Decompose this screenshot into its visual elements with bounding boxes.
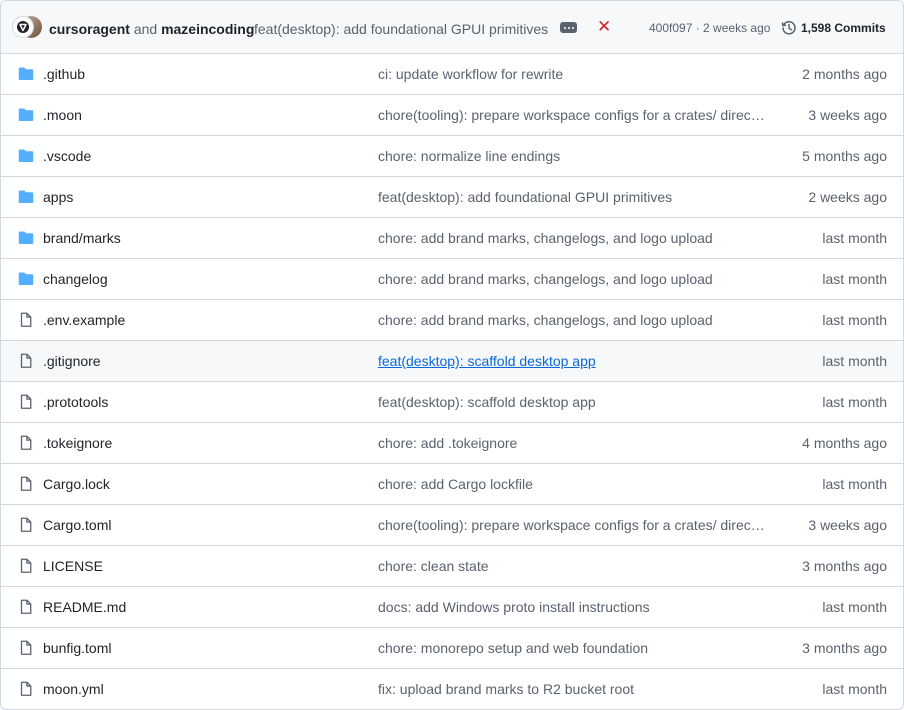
file-icon (18, 681, 34, 697)
file-row[interactable]: .tokeignore chore: add .tokeignore 4 month… (1, 423, 903, 464)
commit-message-link[interactable]: docs: add Windows proto install instruct… (378, 599, 650, 615)
file-row[interactable]: Cargo.lock chore: add Cargo lockfile last … (1, 464, 903, 505)
commit-age: 3 weeks ago (808, 517, 887, 533)
avatar-cursoragent[interactable] (12, 16, 34, 38)
history-icon (781, 21, 796, 35)
commit-message-link[interactable]: chore(tooling): prepare workspace config… (378, 107, 768, 123)
author-link-mazeincoding[interactable]: mazeincoding (161, 21, 254, 37)
commit-sha-time[interactable]: 400f097 · 2 weeks ago (649, 21, 770, 35)
file-row[interactable]: .prototools feat(desktop): scaffold deskt… (1, 382, 903, 423)
folder-icon (18, 107, 34, 123)
file-icon (18, 353, 34, 369)
folder-icon (18, 271, 34, 287)
cursoragent-logo-icon (17, 21, 29, 33)
folder-icon (18, 66, 34, 82)
commit-age: last month (822, 394, 887, 410)
folder-icon (18, 148, 34, 164)
file-row[interactable]: bunfig.toml chore: monorepo setup and web… (1, 628, 903, 669)
file-row[interactable]: .github ci: update workflow for rewrite 2 … (1, 54, 903, 95)
x-icon[interactable]: ✕ (597, 18, 611, 36)
file-icon (18, 435, 34, 451)
file-icon (18, 312, 34, 328)
file-name-link[interactable]: changelog (43, 271, 108, 287)
file-name-link[interactable]: .prototools (43, 394, 108, 410)
file-row[interactable]: .moon chore(tooling): prepare workspace c… (1, 95, 903, 136)
commit-age: 2 months ago (802, 66, 887, 82)
file-name-link[interactable]: README.md (43, 599, 126, 615)
file-icon (18, 599, 34, 615)
file-row[interactable]: apps feat(desktop): add foundational GPUI… (1, 177, 903, 218)
commit-message-link[interactable]: fix: upload brand marks to R2 bucket roo… (378, 681, 634, 697)
file-row[interactable]: LICENSE chore: clean state 3 months ago (1, 546, 903, 587)
file-icon (18, 558, 34, 574)
file-icon (18, 640, 34, 656)
file-name-link[interactable]: .github (43, 66, 85, 82)
commit-message-link[interactable]: chore: normalize line endings (378, 148, 560, 164)
file-name-link[interactable]: bunfig.toml (43, 640, 111, 656)
commit-age: last month (822, 312, 887, 328)
commit-age: 2 weeks ago (808, 189, 887, 205)
commit-message-link[interactable]: feat(desktop): scaffold desktop app (378, 353, 596, 369)
commit-age: last month (822, 476, 887, 492)
file-name-link[interactable]: .gitignore (43, 353, 101, 369)
commit-authors: cursoragent and mazeincoding (49, 20, 254, 38)
commit-message-link[interactable]: chore: add brand marks, changelogs, and … (378, 230, 713, 246)
commit-age: last month (822, 353, 887, 369)
file-name-link[interactable]: .vscode (43, 148, 91, 164)
file-row[interactable]: README.md docs: add Windows proto install… (1, 587, 903, 628)
file-name-link[interactable]: .moon (43, 107, 82, 123)
file-name-link[interactable]: LICENSE (43, 558, 103, 574)
file-name-link[interactable]: apps (43, 189, 73, 205)
file-browser: cursoragent and mazeincoding feat(deskto… (0, 0, 904, 710)
author-avatars[interactable] (12, 16, 42, 40)
commit-message-link[interactable]: chore: monorepo setup and web foundation (378, 640, 648, 656)
commit-age: 4 months ago (802, 435, 887, 451)
commit-message-link[interactable]: chore: clean state (378, 558, 489, 574)
file-icon (18, 476, 34, 492)
file-row[interactable]: Cargo.toml chore(tooling): prepare worksp… (1, 505, 903, 546)
file-name-link[interactable]: .tokeignore (43, 435, 112, 451)
commit-age: last month (822, 681, 887, 697)
file-name-link[interactable]: brand/marks (43, 230, 121, 246)
commit-age: last month (822, 230, 887, 246)
commit-message-link[interactable]: chore(tooling): prepare workspace config… (378, 517, 768, 533)
author-link-cursoragent[interactable]: cursoragent (49, 21, 130, 37)
file-row[interactable]: .gitignore feat(desktop): scaffold deskto… (1, 341, 903, 382)
file-name-link[interactable]: Cargo.lock (43, 476, 110, 492)
folder-icon (18, 189, 34, 205)
file-name-link[interactable]: moon.yml (43, 681, 104, 697)
file-row[interactable]: changelog chore: add brand marks, changel… (1, 259, 903, 300)
commit-message-link[interactable]: chore: add .tokeignore (378, 435, 517, 451)
commit-age: last month (822, 599, 887, 615)
file-list: .github ci: update workflow for rewrite 2 … (1, 54, 903, 709)
commit-age: last month (822, 271, 887, 287)
commit-age: 5 months ago (802, 148, 887, 164)
file-row[interactable]: .env.example chore: add brand marks, chan… (1, 300, 903, 341)
file-row[interactable]: moon.yml fix: upload brand marks to R2 bu… (1, 669, 903, 709)
commit-message-link[interactable]: chore: add Cargo lockfile (378, 476, 533, 492)
commit-message-link[interactable]: feat(desktop): add foundational GPUI pri… (378, 189, 672, 205)
commits-history-link[interactable]: 1,598 Commits (781, 18, 886, 38)
authors-conjunction: and (133, 21, 158, 37)
folder-icon (18, 230, 34, 246)
commit-message-link[interactable]: chore: add brand marks, changelogs, and … (378, 312, 713, 328)
latest-commit-message[interactable]: feat(desktop): add foundational GPUI pri… (254, 20, 548, 38)
commit-age: 3 months ago (802, 640, 887, 656)
file-row[interactable]: .vscode chore: normalize line endings 5 mo… (1, 136, 903, 177)
file-name-link[interactable]: Cargo.toml (43, 517, 111, 533)
file-row[interactable]: brand/marks chore: add brand marks, chang… (1, 218, 903, 259)
file-icon (18, 517, 34, 533)
commit-message-link[interactable]: ci: update workflow for rewrite (378, 66, 563, 82)
file-name-link[interactable]: .env.example (43, 312, 125, 328)
commit-age: 3 weeks ago (808, 107, 887, 123)
latest-commit-bar: cursoragent and mazeincoding feat(deskto… (1, 1, 903, 54)
commit-age: 3 months ago (802, 558, 887, 574)
commits-count-label: 1,598 Commits (801, 21, 886, 35)
commit-message-link[interactable]: feat(desktop): scaffold desktop app (378, 394, 596, 410)
commit-message-link[interactable]: chore: add brand marks, changelogs, and … (378, 271, 713, 287)
ellipsis-icon[interactable] (560, 22, 577, 33)
file-icon (18, 394, 34, 410)
